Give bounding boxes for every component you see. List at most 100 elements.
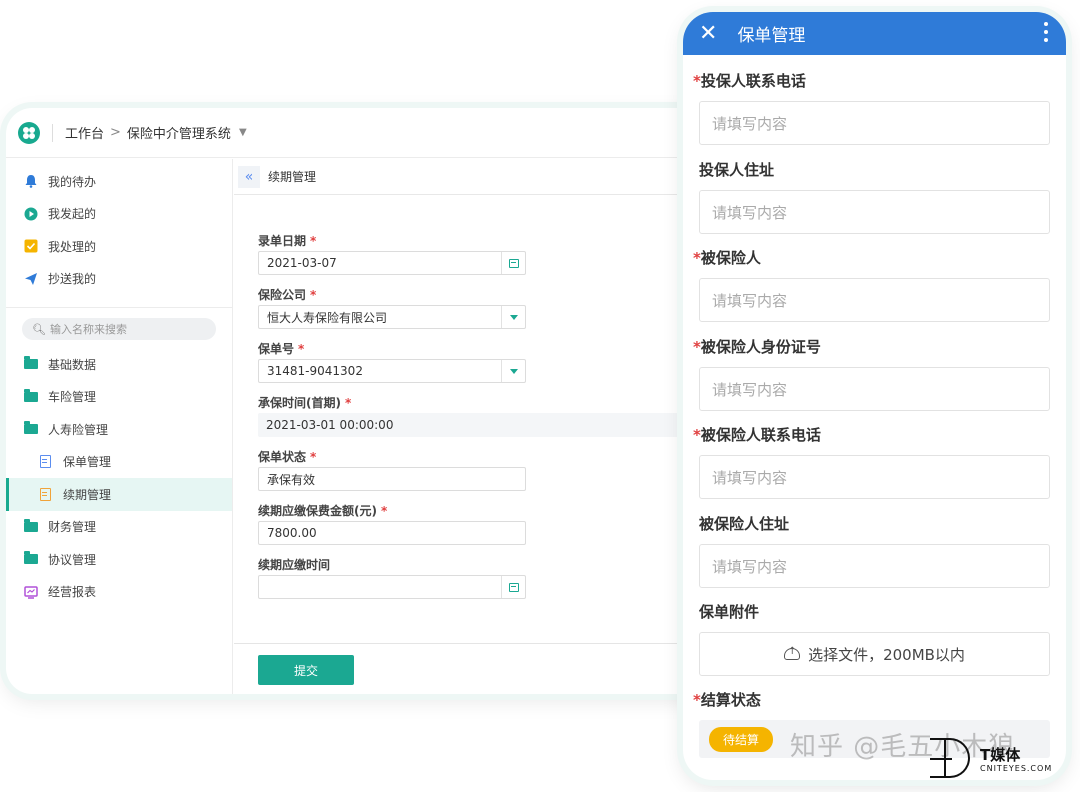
sidebar-item-label: 协议管理: [48, 552, 97, 567]
chevron-right-icon: >: [110, 125, 121, 140]
sidebar-item-label: 我发起的: [48, 207, 97, 222]
sidebar: 我的待办 我发起的 我处理的 抄送我的 🔍︎ 输入名称来搜索 基础数据 车险管理…: [6, 159, 233, 694]
sidebar-item-label: 经营报表: [48, 585, 97, 600]
sidebar-item-label: 财务管理: [48, 520, 97, 535]
search-placeholder: 输入名称来搜索: [49, 323, 127, 336]
breadcrumb-home[interactable]: 工作台: [65, 123, 104, 142]
sidebar-item-finance[interactable]: 财务管理: [6, 511, 232, 544]
field-label: 被保险人住址: [699, 515, 790, 533]
more-vertical-icon[interactable]: [1044, 22, 1048, 44]
underwriting-time-field: 2021-03-01 00:00:00: [258, 413, 698, 437]
field-label: 续期应缴保费金额(元) *: [258, 504, 388, 518]
sidebar-item-basic-data[interactable]: 基础数据: [6, 348, 232, 381]
upload-file-button[interactable]: 选择文件，200MB以内: [699, 632, 1050, 676]
tab-renewal[interactable]: 续期管理: [268, 168, 316, 185]
insured-phone-input[interactable]: 请填写内容: [699, 455, 1050, 499]
submit-button[interactable]: 提交: [258, 655, 354, 685]
field-label: 保单附件: [699, 603, 760, 621]
collapse-sidebar-button[interactable]: «: [238, 165, 260, 188]
folder-icon: [24, 551, 38, 565]
field-label: *投保人联系电话: [693, 72, 806, 90]
sidebar-item-label: 我的待办: [48, 174, 97, 189]
form-field: *被保险人身份证号 请填写内容: [693, 335, 1050, 411]
app-logo-icon[interactable]: [18, 121, 40, 144]
play-circle-icon: [24, 207, 38, 221]
field-label: 续期应缴时间: [258, 558, 331, 572]
send-icon: [24, 272, 38, 286]
tab-bar: « 续期管理: [234, 159, 726, 195]
sidebar-search-input[interactable]: 🔍︎ 输入名称来搜索: [22, 318, 216, 340]
watermark-logo-sub: CNITEYES.COM: [980, 764, 1053, 773]
sidebar-item-todo[interactable]: 我的待办: [6, 165, 232, 198]
form-field: *被保险人联系电话 请填写内容: [693, 423, 1050, 499]
field-label: 录单日期 *: [258, 234, 317, 248]
folder-icon: [24, 388, 38, 402]
mobile-window: ✕ 保单管理 *投保人联系电话 请填写内容 投保人住址 请填写内容 *被保险人 …: [683, 12, 1066, 780]
policy-status-input[interactable]: 承保有效: [258, 467, 526, 491]
insurance-company-select[interactable]: 恒大人寿保险有限公司: [258, 305, 526, 329]
renewal-premium-input[interactable]: 7800.00: [258, 521, 526, 545]
report-icon: [24, 585, 38, 599]
insured-id-input[interactable]: 请填写内容: [699, 367, 1050, 411]
sidebar-item-label: 我处理的: [48, 239, 97, 254]
form-footer: 提交: [234, 643, 726, 694]
sidebar-item-auto-insurance[interactable]: 车险管理: [6, 381, 232, 414]
applicant-phone-input[interactable]: 请填写内容: [699, 101, 1050, 145]
sidebar-item-label: 续期管理: [63, 487, 112, 502]
close-icon[interactable]: ✕: [699, 22, 717, 45]
sidebar-item-handled[interactable]: 我处理的: [6, 230, 232, 263]
field-label: 投保人住址: [699, 161, 775, 179]
status-badge: 待结算: [709, 726, 774, 752]
dropdown-arrow-icon[interactable]: [501, 306, 525, 328]
document-icon: [40, 487, 51, 501]
field-label: 保险公司 *: [258, 288, 317, 302]
document-icon: [40, 455, 51, 469]
folder-icon: [24, 518, 38, 532]
field-label: *结算状态: [693, 691, 761, 709]
watermark-logo-text: T媒体: [980, 746, 1021, 764]
watermark-logo: T媒体 CNITEYES.COM: [930, 738, 1080, 782]
form-field: *投保人联系电话 请填写内容: [693, 69, 1050, 145]
renewal-due-date-input[interactable]: [258, 575, 526, 599]
top-bar: 工作台 > 保险中介管理系统 ▼: [6, 108, 726, 158]
bell-icon: [24, 174, 38, 189]
desktop-window: 工作台 > 保险中介管理系统 ▼ 我的待办 我发起的 我处理的 抄送我的 🔍︎ …: [6, 108, 726, 694]
sidebar-item-agreement[interactable]: 协议管理: [6, 543, 232, 576]
sidebar-item-life-insurance[interactable]: 人寿险管理: [6, 413, 232, 446]
form-field: 保单附件 选择文件，200MB以内: [693, 600, 1050, 676]
dropdown-arrow-icon[interactable]: [501, 360, 525, 382]
sidebar-item-report[interactable]: 经营报表: [6, 576, 232, 609]
folder-open-icon: [24, 421, 38, 435]
divider: [52, 123, 53, 142]
form-field: 被保险人住址 请填写内容: [693, 512, 1050, 588]
sidebar-item-renewal[interactable]: 续期管理: [6, 478, 232, 511]
field-label: 承保时间(首期) *: [258, 396, 352, 410]
sidebar-item-initiated[interactable]: 我发起的: [6, 198, 232, 231]
sidebar-item-label: 人寿险管理: [48, 422, 109, 437]
entry-date-input[interactable]: 2021-03-07: [258, 251, 526, 275]
renewal-form: 录单日期 * 2021-03-07 保险公司 * 恒大人寿保险有限公司 保单号 * 3…: [258, 231, 698, 609]
insured-address-input[interactable]: 请填写内容: [699, 544, 1050, 588]
calendar-icon[interactable]: [501, 252, 525, 274]
policy-number-select[interactable]: 31481-9041302: [258, 359, 526, 383]
caret-down-icon[interactable]: ▼: [239, 127, 247, 138]
check-square-icon: [24, 239, 38, 253]
field-label: *被保险人身份证号: [693, 338, 821, 356]
sidebar-item-label: 基础数据: [48, 357, 97, 372]
form-field: *被保险人 请填写内容: [693, 246, 1050, 322]
search-icon: 🔍︎: [32, 322, 46, 336]
sidebar-item-label: 车险管理: [48, 390, 97, 405]
sidebar-item-cc[interactable]: 抄送我的: [6, 263, 232, 296]
folder-icon: [24, 356, 38, 370]
sidebar-item-label: 抄送我的: [48, 272, 97, 287]
form-field: 投保人住址 请填写内容: [693, 158, 1050, 234]
insured-name-input[interactable]: 请填写内容: [699, 278, 1050, 322]
calendar-icon[interactable]: [501, 576, 525, 598]
sidebar-item-policy[interactable]: 保单管理: [6, 446, 232, 479]
breadcrumb-current[interactable]: 保险中介管理系统: [127, 123, 231, 142]
applicant-address-input[interactable]: 请填写内容: [699, 190, 1050, 234]
mobile-form: *投保人联系电话 请填写内容 投保人住址 请填写内容 *被保险人 请填写内容 *…: [683, 55, 1066, 780]
field-label: 保单状态 *: [258, 450, 317, 464]
sidebar-divider: [6, 307, 232, 308]
main-content: « 续期管理 录单日期 * 2021-03-07 保险公司 * 恒大人寿保险有限公司…: [234, 159, 726, 694]
